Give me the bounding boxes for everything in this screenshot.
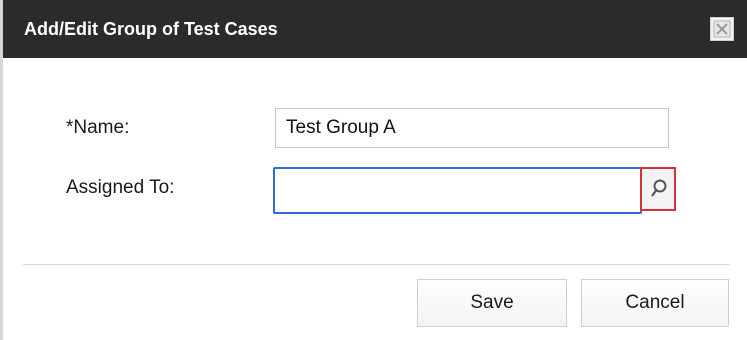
assigned-to-label: Assigned To: [66,177,175,198]
add-edit-group-dialog: Add/Edit Group of Test Cases *Name: Assi… [0,0,747,340]
close-button[interactable] [710,17,734,41]
dialog-title: Add/Edit Group of Test Cases [24,19,278,39]
footer-divider [23,264,730,265]
cancel-button[interactable]: Cancel [581,279,729,327]
dialog-titlebar: Add/Edit Group of Test Cases [3,0,747,58]
name-label: *Name: [66,117,130,138]
close-icon [713,20,731,38]
search-icon [651,179,667,197]
name-field[interactable] [275,108,669,148]
assigned-to-field[interactable] [273,167,642,214]
save-button[interactable]: Save [417,279,567,327]
assigned-to-lookup-button[interactable] [640,167,676,211]
